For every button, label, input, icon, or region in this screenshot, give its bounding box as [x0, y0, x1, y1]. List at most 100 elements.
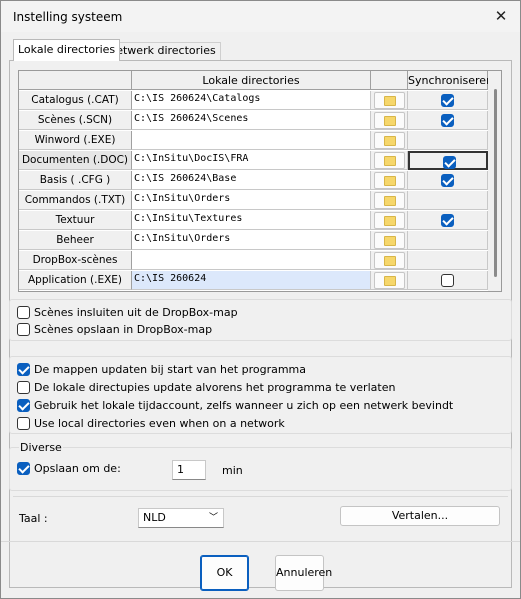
folder-icon: [384, 116, 396, 126]
browse-folder-button[interactable]: [374, 212, 405, 229]
sync-cell[interactable]: [408, 211, 488, 230]
option-label: De lokale directupies update alvorens he…: [34, 381, 396, 394]
row-label[interactable]: Winword (.EXE): [19, 131, 132, 150]
directory-path-field[interactable]: [132, 251, 371, 270]
option-label: De mappen updaten bij start van het prog…: [34, 363, 307, 376]
language-value: NLD: [143, 511, 166, 524]
window-title: Instelling systeem: [13, 10, 123, 24]
sync-checkbox[interactable]: [441, 114, 454, 127]
folder-icon: [384, 156, 396, 166]
option-checkbox[interactable]: [17, 399, 30, 412]
tab-local-directories[interactable]: Lokale directories: [13, 39, 121, 61]
sync-cell[interactable]: [408, 271, 488, 290]
option-checkbox[interactable]: [17, 417, 30, 430]
diverse-legend: Diverse: [19, 441, 63, 454]
row-label[interactable]: Beheer: [19, 231, 132, 250]
tab-network-directories[interactable]: Netwerk directories: [103, 42, 221, 60]
option-label: Gebruik het lokale tijdaccount, zelfs wa…: [34, 399, 454, 412]
folder-cell: [371, 251, 408, 270]
header-name: [19, 71, 132, 90]
option-checkbox[interactable]: [17, 363, 30, 376]
save-interval-unit: min: [222, 464, 243, 477]
separator: [13, 496, 508, 497]
folder-cell: [371, 171, 408, 190]
folder-cell: [371, 131, 408, 150]
settings-dialog: Instelling systeem ✕ Lokale directories …: [0, 0, 521, 599]
folder-icon: [384, 196, 396, 206]
browse-folder-button[interactable]: [374, 172, 405, 189]
translate-button[interactable]: Vertalen...: [340, 506, 500, 526]
sync-checkbox[interactable]: [441, 94, 454, 107]
directory-path-field[interactable]: C:\IS 260624\Scenes: [132, 111, 371, 130]
folder-icon: [384, 176, 396, 186]
cancel-button[interactable]: Annuleren: [275, 555, 332, 591]
table-row: Catalogus (.CAT) C:\IS 260624\Catalogs: [19, 91, 501, 110]
sync-cell[interactable]: [408, 91, 488, 110]
row-label[interactable]: Documenten (.DOC): [19, 151, 132, 170]
directory-path-field[interactable]: C:\IS 260624\Catalogs: [132, 91, 371, 110]
directory-path-field[interactable]: C:\IS 260624\Base: [132, 171, 371, 190]
directory-path-field[interactable]: C:\IS 260624: [132, 271, 371, 290]
ok-button[interactable]: OK: [200, 555, 249, 591]
sync-cell[interactable]: [408, 151, 488, 170]
browse-folder-button[interactable]: [374, 152, 405, 169]
folder-cell: [371, 271, 408, 290]
option-checkbox[interactable]: [17, 381, 30, 394]
browse-folder-button[interactable]: [374, 252, 405, 269]
folder-cell: [371, 91, 408, 110]
browse-folder-button[interactable]: [374, 112, 405, 129]
header-folder: [371, 71, 408, 90]
folder-icon: [384, 96, 396, 106]
folder-cell: [371, 151, 408, 170]
sync-cell[interactable]: [408, 111, 488, 130]
directory-path-field[interactable]: C:\InSitu\Orders: [132, 231, 371, 250]
browse-folder-button[interactable]: [374, 132, 405, 149]
close-icon[interactable]: ✕: [490, 5, 512, 27]
save-interval-input[interactable]: 1: [172, 460, 206, 480]
folder-cell: [371, 211, 408, 230]
folder-icon: [384, 216, 396, 226]
folder-icon: [384, 236, 396, 246]
browse-folder-button[interactable]: [374, 92, 405, 109]
row-label[interactable]: Catalogus (.CAT): [19, 91, 132, 110]
directories-grid: Lokale directories Synchroniseren Catalo…: [18, 70, 502, 292]
header-synchroniseren: Synchroniseren: [408, 71, 493, 90]
table-row: Basis ( .CFG ) C:\IS 260624\Base: [19, 171, 501, 190]
sync-cell[interactable]: [408, 131, 488, 150]
row-label[interactable]: Application (.EXE): [19, 271, 132, 290]
browse-folder-button[interactable]: [374, 232, 405, 249]
save-interval-label: Opslaan om de:: [34, 462, 121, 475]
browse-folder-button[interactable]: [374, 192, 405, 209]
option-label: Use local directories even when on a net…: [34, 417, 285, 430]
sync-checkbox[interactable]: [443, 156, 456, 169]
language-select[interactable]: NLD ﹀: [138, 508, 224, 528]
sync-cell[interactable]: [408, 171, 488, 190]
sync-checkbox[interactable]: [441, 214, 454, 227]
folder-cell: [371, 111, 408, 130]
row-label[interactable]: Scènes (.SCN): [19, 111, 132, 130]
table-row: Beheer C:\InSitu\Orders: [19, 231, 501, 250]
sync-checkbox[interactable]: [441, 274, 454, 287]
option-checkbox[interactable]: [17, 306, 30, 319]
folder-icon: [384, 276, 396, 286]
directory-path-field[interactable]: C:\InSitu\DocIS\FRA: [132, 151, 371, 170]
sync-cell[interactable]: [408, 251, 488, 270]
sync-checkbox[interactable]: [441, 174, 454, 187]
row-label[interactable]: DropBox-scènes: [19, 251, 132, 270]
directory-path-field[interactable]: C:\InSitu\Orders: [132, 191, 371, 210]
sync-cell[interactable]: [408, 191, 488, 210]
row-label[interactable]: Basis ( .CFG ): [19, 171, 132, 190]
sync-cell[interactable]: [408, 231, 488, 250]
scrollbar-thumb[interactable]: [494, 89, 497, 277]
table-row: Commandos (.TXT) C:\InSitu\Orders: [19, 191, 501, 210]
save-interval-checkbox[interactable]: [17, 462, 30, 475]
directory-path-field[interactable]: [132, 131, 371, 150]
grid-header: Lokale directories Synchroniseren: [19, 71, 501, 90]
option-checkbox[interactable]: [17, 323, 30, 336]
table-row: Winword (.EXE): [19, 131, 501, 150]
directory-path-field[interactable]: C:\InSitu\Textures: [132, 211, 371, 230]
row-label[interactable]: Textuur: [19, 211, 132, 230]
browse-folder-button[interactable]: [374, 272, 405, 289]
row-label[interactable]: Commandos (.TXT): [19, 191, 132, 210]
vertical-scrollbar[interactable]: [488, 71, 501, 291]
